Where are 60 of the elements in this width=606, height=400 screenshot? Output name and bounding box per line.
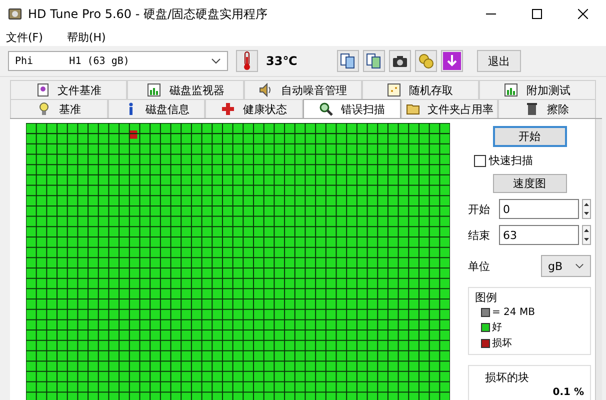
menu-item[interactable]: 文件(F) (6, 30, 43, 44)
speed-map-button[interactable]: 速度图 (492, 174, 566, 193)
damaged-percentage: 0.1 % (552, 387, 584, 398)
field-label: 结束 (468, 228, 491, 242)
toolbar-button[interactable] (441, 50, 464, 72)
chevron-icon (575, 263, 584, 269)
spinner-icon[interactable] (582, 225, 591, 245)
tab[interactable]: 磁盘信息 (108, 99, 206, 118)
start-button[interactable]: 开始 (492, 126, 566, 147)
legend-label: 损坏 (492, 337, 512, 350)
spinner-icon[interactable] (582, 199, 591, 219)
magnifier-icon (318, 102, 333, 116)
tab[interactable]: 文件基准 (10, 80, 128, 99)
window-title: HD Tune Pro 5.60 - 硬盘/固态硬盘实用程序 (28, 6, 268, 22)
scatter-icon (387, 83, 402, 97)
input-field[interactable]: 0 (499, 199, 579, 219)
input-field[interactable]: 63 (499, 225, 579, 245)
menu-item[interactable]: 帮助(H) (66, 30, 106, 44)
close-icon[interactable] (578, 9, 588, 19)
folder-icon (406, 102, 420, 116)
tab[interactable]: 错误扫描 (303, 99, 401, 118)
bulb-icon (36, 102, 51, 116)
trash-icon (525, 102, 540, 116)
drive-dropdown[interactable]: Phi H1 (63 gB) (8, 51, 228, 71)
tab[interactable]: 健康状态 (205, 99, 304, 118)
tab[interactable]: 磁盘监视器 (127, 80, 244, 99)
tab[interactable]: 随机存取 (362, 80, 479, 99)
chart-icon (147, 83, 162, 97)
maximize-icon[interactable] (532, 9, 542, 19)
field-label: 单位 (468, 258, 491, 274)
chart-icon (504, 83, 518, 97)
coins-icon (418, 53, 434, 69)
tab[interactable]: 附加测试 (478, 80, 596, 99)
speaker-icon (259, 83, 273, 97)
copy-icon (366, 53, 382, 69)
tab[interactable]: 基准 (10, 99, 108, 118)
group-title: 损坏的块 (484, 370, 530, 385)
legend-label: = 24 MB (492, 307, 535, 318)
toolbar-button[interactable] (389, 50, 412, 72)
cross-icon (221, 102, 236, 116)
toolbar-button[interactable] (363, 50, 386, 72)
app-icon (8, 7, 22, 21)
download-icon (443, 52, 462, 70)
camera-icon (392, 54, 408, 68)
chevron-icon (211, 58, 221, 64)
field-label: 开始 (468, 202, 491, 216)
tab[interactable]: 文件夹占用率 (400, 99, 498, 118)
exit-button[interactable]: 退出 (477, 50, 522, 72)
legend-label: 好 (492, 321, 502, 334)
toolbar-button[interactable] (337, 50, 360, 72)
unit-dropdown[interactable]: gB (541, 255, 591, 277)
scrollbar[interactable] (595, 119, 602, 400)
tab[interactable]: 自动噪音管理 (244, 80, 362, 99)
checkbox-label: 快速扫描 (489, 153, 533, 168)
tab[interactable]: 擦除 (498, 99, 596, 118)
copy-icon (340, 53, 356, 69)
temperature-reading: 33℃ (266, 54, 298, 68)
document-icon (36, 83, 50, 97)
checkbox[interactable] (474, 154, 486, 166)
group-title: 图例 (475, 290, 498, 305)
